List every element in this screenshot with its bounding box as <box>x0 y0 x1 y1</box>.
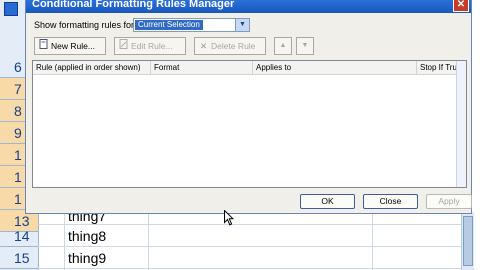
close-button[interactable]: Close <box>363 194 418 209</box>
cell[interactable]: thing9 <box>64 247 148 269</box>
new-document-icon <box>38 38 49 54</box>
new-rule-button[interactable]: New Rule... <box>34 37 106 55</box>
column-header-format[interactable]: Format <box>151 61 253 74</box>
edit-rule-label: Edit Rule... <box>131 41 173 51</box>
edit-pencil-icon <box>118 38 129 54</box>
rules-list-scrollbar[interactable] <box>456 61 466 187</box>
delete-x-icon: ✕ <box>199 41 208 51</box>
rules-list-header: Rule (applied in order shown) Format App… <box>33 61 466 75</box>
apply-button[interactable]: Apply <box>426 194 472 209</box>
column-header-applies-to[interactable]: Applies to <box>253 61 417 74</box>
app-icon <box>4 2 18 16</box>
delete-rule-label: Delete Rule <box>211 41 256 51</box>
column-header-rule[interactable]: Rule (applied in order shown) <box>33 61 151 74</box>
close-icon[interactable]: ✕ <box>453 0 469 12</box>
ok-button[interactable]: OK <box>300 194 355 209</box>
move-down-button[interactable]: ▼ <box>296 37 314 55</box>
scope-select-value: Current Selection <box>135 20 203 30</box>
scope-select[interactable]: Current Selection ▼ <box>133 18 250 32</box>
rules-toolbar: New Rule... Edit Rule... ✕ Delete Rule ▲ … <box>32 37 467 57</box>
conditional-formatting-dialog: Conditional Formatting Rules Manager ✕ S… <box>25 0 472 214</box>
rules-list[interactable]: Rule (applied in order shown) Format App… <box>32 60 467 188</box>
chevron-down-icon[interactable]: ▼ <box>235 19 249 31</box>
scrollbar-thumb[interactable] <box>463 216 473 266</box>
cell[interactable]: thing8 <box>64 225 148 247</box>
move-up-button[interactable]: ▲ <box>274 37 292 55</box>
dialog-titlebar[interactable]: Conditional Formatting Rules Manager <box>26 0 471 13</box>
arrow-down-icon: ▼ <box>301 42 309 49</box>
edit-rule-button[interactable]: Edit Rule... <box>114 37 186 55</box>
row-header[interactable]: 14 <box>0 225 38 247</box>
column-header-stop-if-true[interactable]: Stop If True <box>417 61 461 74</box>
arrow-up-icon: ▲ <box>279 42 287 49</box>
sheet-scrollbar[interactable] <box>461 212 474 270</box>
delete-rule-button[interactable]: ✕ Delete Rule <box>194 37 266 55</box>
row-header[interactable]: 15 <box>0 247 38 269</box>
dialog-title: Conditional Formatting Rules Manager <box>32 0 235 10</box>
show-rules-label: Show formatting rules for: <box>34 20 137 30</box>
new-rule-label: New Rule... <box>51 41 95 51</box>
mouse-pointer-icon <box>224 209 235 226</box>
